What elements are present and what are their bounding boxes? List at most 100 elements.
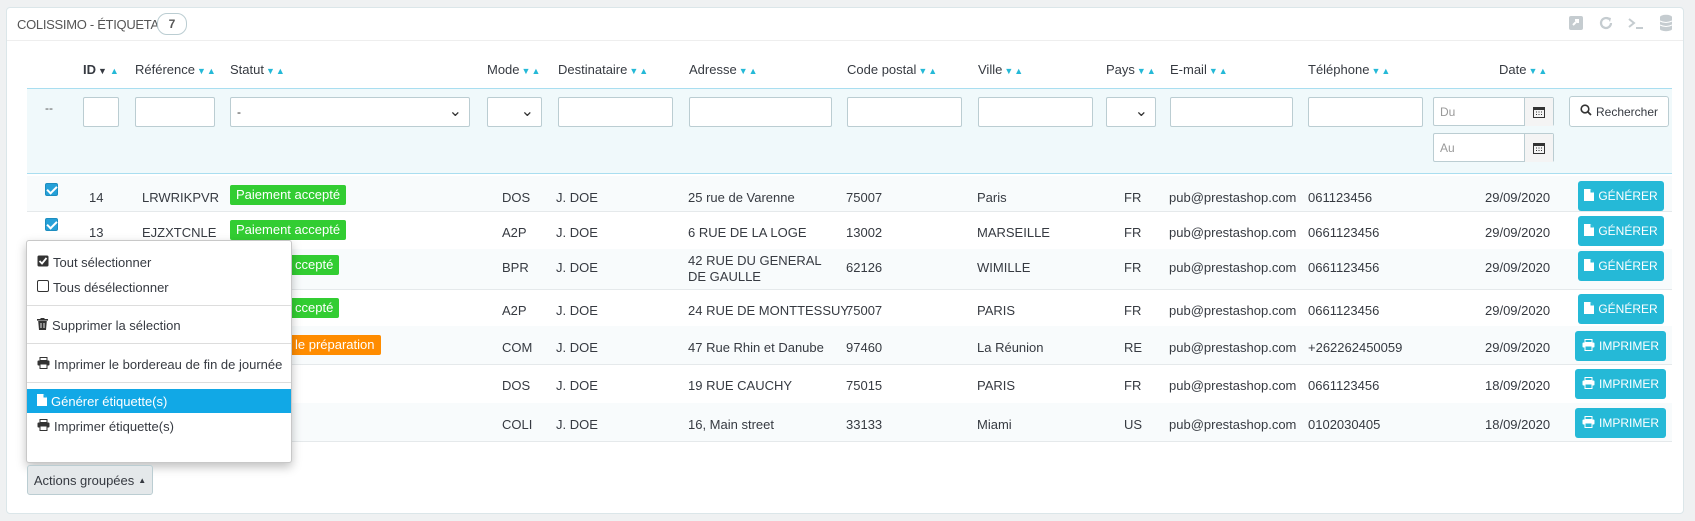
col-address[interactable]: Adresse ▼▲: [689, 62, 759, 77]
print-button[interactable]: IMPRIMER: [1575, 408, 1666, 438]
menu-print-manifest-label: Imprimer le bordereau de fin de journée: [54, 356, 283, 372]
order-date: 29/09/2020: [1485, 260, 1551, 275]
order-date: 29/09/2020: [1485, 190, 1551, 205]
order-email: pub@prestashop.com: [1169, 190, 1297, 205]
order-recipient: J. DOE: [556, 378, 598, 393]
menu-generate-labels[interactable]: Générer étiquette(s): [27, 389, 291, 413]
order-reference: LRWRIKPVR: [142, 190, 220, 205]
col-reference[interactable]: Référence ▼▲: [135, 62, 217, 77]
trash-icon: [37, 317, 48, 333]
order-phone: 0102030405: [1308, 417, 1381, 432]
menu-deselect-all[interactable]: Tous désélectionner: [27, 275, 291, 299]
order-city: PARIS: [977, 378, 1016, 393]
col-date[interactable]: Date ▼▲: [1499, 62, 1548, 77]
order-recipient: J. DOE: [556, 303, 598, 318]
order-postcode: 33133: [846, 417, 883, 432]
order-phone: 0661123456: [1308, 303, 1380, 318]
col-mode[interactable]: Mode ▼▲: [487, 62, 541, 77]
filter-id-input[interactable]: [83, 97, 119, 127]
table-row: 14 LRWRIKPVR Paiement accepté DOS J. DOE 25 r…: [27, 176, 1672, 212]
database-icon[interactable]: [1657, 14, 1675, 32]
count-badge: 7: [157, 13, 187, 35]
filter-address-input[interactable]: [689, 97, 832, 127]
col-status[interactable]: Statut ▼▲: [230, 62, 286, 77]
search-button[interactable]: Rechercher: [1569, 96, 1669, 127]
generate-button[interactable]: GÉNÉRER: [1578, 294, 1664, 324]
order-city: Miami: [977, 417, 1012, 432]
order-address: 24 RUE DE MONTTESSUY: [688, 303, 850, 318]
order-recipient: J. DOE: [556, 260, 598, 275]
filter-mode-select[interactable]: [487, 97, 542, 127]
menu-print-labels[interactable]: Imprimer étiquette(s): [27, 414, 291, 438]
order-phone: 0661123456: [1308, 378, 1380, 393]
order-phone: 0661123456: [1308, 260, 1380, 275]
order-country: FR: [1124, 303, 1142, 318]
order-mode: COLI: [502, 417, 533, 432]
status-badge: ccepté: [289, 298, 340, 318]
calendar-icon[interactable]: [1524, 134, 1553, 162]
generate-button[interactable]: GÉNÉRER: [1578, 181, 1664, 211]
order-phone: 0661123456: [1308, 225, 1380, 240]
order-address: 6 RUE DE LA LOGE: [688, 225, 807, 240]
filter-email-input[interactable]: [1170, 97, 1293, 127]
menu-divider: [27, 305, 291, 306]
order-date: 18/09/2020: [1485, 378, 1551, 393]
action-label: GÉNÉRER: [1598, 224, 1658, 238]
table-header: ID ▼ ▲ Référence ▼▲ Statut ▼▲ Mode ▼▲ Destina…: [20, 58, 1672, 82]
order-recipient: J. DOE: [556, 225, 598, 240]
menu-delete-selection-label: Supprimer la sélection: [52, 317, 181, 333]
bulk-actions-button[interactable]: Actions groupées ▲: [27, 465, 153, 495]
order-country: FR: [1124, 378, 1142, 393]
col-email[interactable]: E-mail ▼▲: [1170, 62, 1229, 77]
filter-recipient-input[interactable]: [558, 97, 673, 127]
export-icon[interactable]: [1567, 14, 1585, 32]
filter-status-select[interactable]: -: [230, 97, 470, 127]
panel-header: COLISSIMO - ÉTIQUETAGE 7: [7, 8, 1683, 41]
order-phone: +262262450059: [1308, 340, 1403, 355]
order-mode: A2P: [502, 225, 527, 240]
refresh-icon[interactable]: [1597, 14, 1615, 32]
col-postcode[interactable]: Code postal ▼▲: [847, 62, 938, 77]
caret-up-icon: ▲: [138, 475, 147, 485]
action-label: IMPRIMER: [1599, 377, 1659, 391]
menu-delete-selection[interactable]: Supprimer la sélection: [27, 313, 291, 337]
file-icon: [1584, 301, 1595, 317]
order-mode: A2P: [502, 303, 527, 318]
order-recipient: J. DOE: [556, 340, 598, 355]
filter-postcode-input[interactable]: [847, 97, 962, 127]
order-city: La Réunion: [977, 340, 1044, 355]
filter-phone-input[interactable]: [1308, 97, 1423, 127]
row-checkbox[interactable]: [45, 218, 58, 231]
col-phone[interactable]: Téléphone ▼▲: [1308, 62, 1391, 77]
row-checkbox[interactable]: [45, 183, 58, 196]
generate-button[interactable]: GÉNÉRER: [1578, 251, 1664, 281]
menu-print-manifest[interactable]: Imprimer le bordereau de fin de journée: [27, 352, 291, 376]
order-city: Paris: [977, 190, 1007, 205]
filter-reference-input[interactable]: [135, 97, 215, 127]
status-badge: Paiement accepté: [230, 185, 347, 205]
status-badge: le préparation: [289, 335, 381, 355]
file-icon: [1584, 223, 1595, 239]
col-city[interactable]: Ville ▼▲: [978, 62, 1024, 77]
order-id: 13: [89, 225, 104, 240]
sql-icon[interactable]: [1627, 14, 1645, 32]
menu-select-all[interactable]: Tout sélectionner: [27, 250, 291, 274]
col-country[interactable]: Pays ▼▲: [1106, 62, 1157, 77]
print-icon: [1582, 338, 1595, 354]
filter-date-from[interactable]: Du: [1433, 97, 1554, 126]
filter-date-to[interactable]: Au: [1433, 133, 1554, 162]
order-country: US: [1124, 417, 1143, 432]
generate-button[interactable]: GÉNÉRER: [1578, 216, 1664, 246]
order-email: pub@prestashop.com: [1169, 303, 1297, 318]
filter-city-input[interactable]: [978, 97, 1093, 127]
print-button[interactable]: IMPRIMER: [1575, 369, 1666, 399]
col-id[interactable]: ID ▼ ▲: [83, 62, 120, 77]
checked-checkbox-icon: [37, 255, 49, 270]
calendar-icon[interactable]: [1524, 98, 1553, 126]
filter-country-select[interactable]: [1106, 97, 1156, 127]
col-recipient[interactable]: Destinataire ▼▲: [558, 62, 649, 77]
order-city: MARSEILLE: [977, 225, 1050, 240]
order-postcode: 75007: [846, 303, 883, 318]
order-date: 18/09/2020: [1485, 417, 1551, 432]
print-button[interactable]: IMPRIMER: [1575, 331, 1666, 361]
